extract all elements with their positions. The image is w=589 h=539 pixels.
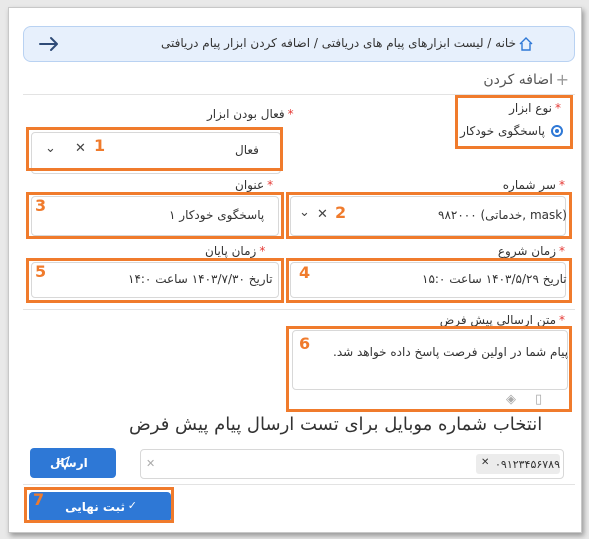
tool-active-label: *فعال بودن ابزار xyxy=(207,107,294,121)
end-time-label: *زمان پایان xyxy=(205,244,266,258)
title-label: *عنوان xyxy=(235,178,274,192)
send-button-label: ارسال xyxy=(50,456,88,470)
chevron-down-icon[interactable]: ⌄ xyxy=(45,141,56,156)
sender-number-label: *سر شماره xyxy=(502,178,565,192)
mobile-chip-value: ۰۹۱۲۳۴۵۶۷۸۹ xyxy=(495,458,560,471)
start-time-value: تاریخ ۱۴۰۳/۵/۲۹ ساعت ۱۵:۰ xyxy=(422,272,567,286)
marker-5: 5 xyxy=(35,262,47,281)
arrow-right-icon[interactable] xyxy=(38,35,60,53)
page-frame: خانه / لیست ابزارهای پیام های دریافتی / … xyxy=(8,7,582,533)
page-title: اضافه کردن xyxy=(483,72,553,88)
cube-icon[interactable]: ◈ xyxy=(506,392,516,407)
start-time-label: *زمان شروع xyxy=(497,244,565,258)
chevron-down-icon[interactable]: ⌄ xyxy=(299,205,310,220)
radio-auto-reply-label[interactable]: پاسخگوی خودکار xyxy=(460,124,545,138)
title-value: پاسخگوی خودکار ۱ xyxy=(169,208,265,222)
plus-icon: + xyxy=(555,70,569,89)
breadcrumb-text[interactable]: خانه / لیست ابزارهای پیام های دریافتی / … xyxy=(161,36,516,50)
send-button[interactable]: ارسال xyxy=(30,448,116,478)
breadcrumb: خانه / لیست ابزارهای پیام های دریافتی / … xyxy=(23,26,575,62)
test-section-heading: انتخاب شماره موبایل برای تست ارسال پیام … xyxy=(129,414,543,435)
chip-remove-icon[interactable]: ✕ xyxy=(481,457,489,468)
tool-type-label: *نوع ابزار xyxy=(509,101,561,115)
marker-1: 1 xyxy=(94,136,106,155)
marker-6: 6 xyxy=(299,334,311,353)
tool-active-value: فعال xyxy=(235,143,259,157)
marker-3: 3 xyxy=(35,196,47,215)
end-time-value: تاریخ ۱۴۰۳/۷/۳۰ ساعت ۱۴:۰ xyxy=(128,272,273,286)
bookmark-icon[interactable]: ▯ xyxy=(535,392,542,407)
default-text-label: *متن ارسالی پیش فرض xyxy=(439,313,565,327)
clear-icon[interactable]: ✕ xyxy=(317,207,328,222)
default-text-highlight xyxy=(286,326,572,412)
radio-auto-reply[interactable] xyxy=(551,125,563,137)
default-text-value: پیام شما در اولین فرصت پاسخ داده خواهد ش… xyxy=(333,345,569,359)
clear-icon[interactable]: ✕ xyxy=(75,141,86,156)
marker-4: 4 xyxy=(299,263,311,282)
submit-highlight xyxy=(24,487,174,523)
marker-2: 2 xyxy=(335,203,347,222)
marker-7: 7 xyxy=(33,490,45,509)
divider xyxy=(23,309,575,310)
clear-all-icon[interactable]: ✕ xyxy=(146,457,155,470)
home-icon[interactable] xyxy=(518,36,534,52)
divider xyxy=(23,484,575,485)
sender-number-value: (mask ,خدماتی) ۹۸۲۰۰۰ xyxy=(438,208,567,222)
